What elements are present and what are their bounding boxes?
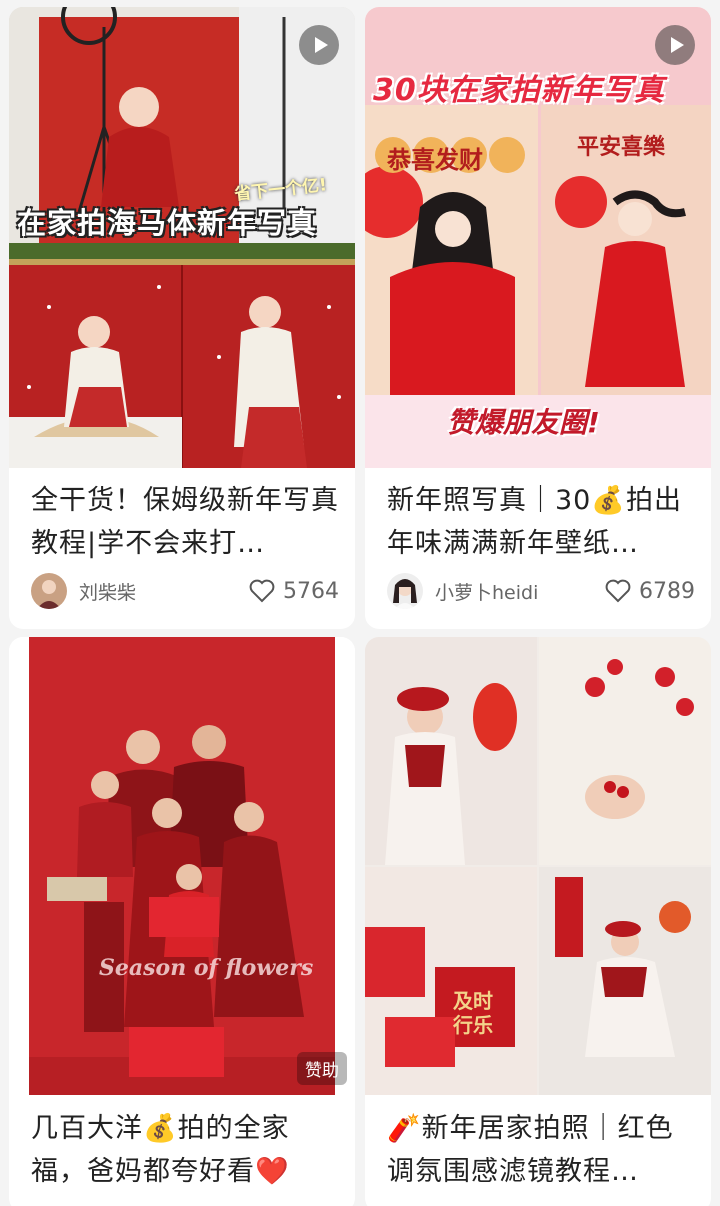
cover-sub-left: 恭喜发财 — [387, 146, 483, 174]
feed-card-2[interactable]: 30块在家拍新年写真 恭喜发财 平安喜樂 赞爆朋友圈! 新年照写真｜30💰拍出年… — [365, 7, 711, 629]
cover-image[interactable]: 及时行乐 — [365, 637, 711, 1095]
like-button[interactable]: 6789 — [605, 579, 695, 604]
note-title[interactable]: 新年照写真｜30💰拍出年味满满新年壁纸… — [387, 479, 695, 565]
cover-script: Season of flowers — [99, 955, 314, 981]
author-name[interactable]: 刘柴柴 — [79, 578, 249, 605]
sponsor-badge: 赞助 — [297, 1052, 347, 1085]
avatar[interactable] — [31, 573, 67, 609]
cover-sub-right: 平安喜樂 — [577, 135, 666, 160]
avatar[interactable] — [387, 573, 423, 609]
feed-card-4[interactable]: 及时行乐 🧨新年居家拍照｜红色调氛围感滤镜教程… — [365, 637, 711, 1206]
like-button[interactable]: 5764 — [249, 579, 339, 604]
cover-caption: 30块在家拍新年写真 — [373, 73, 665, 108]
cover-image[interactable]: 省下一个亿! 在家拍海马体新年写真 — [9, 7, 355, 468]
note-title[interactable]: 几百大洋💰拍的全家福，爸妈都夸好看❤️ — [31, 1107, 339, 1193]
cover-caption: 在家拍海马体新年写真 — [17, 206, 318, 240]
heart-icon — [605, 579, 631, 603]
author-name[interactable]: 小萝卜heidi — [435, 578, 605, 605]
play-icon[interactable] — [299, 25, 339, 65]
heart-icon — [249, 579, 275, 603]
like-count: 6789 — [639, 578, 695, 604]
note-title[interactable]: 全干货！保姆级新年写真教程|学不会来打… — [31, 479, 339, 565]
note-meta: 刘柴柴 5764 — [31, 570, 339, 612]
note-title[interactable]: 🧨新年居家拍照｜红色调氛围感滤镜教程… — [387, 1107, 695, 1193]
like-count: 5764 — [283, 578, 339, 604]
feed-card-3[interactable]: Season of flowers 赞助 几百大洋💰拍的全家福，爸妈都夸好看❤️ — [9, 637, 355, 1206]
cover-card: 及时行乐 — [453, 989, 493, 1037]
cover-image[interactable]: Season of flowers 赞助 — [9, 637, 355, 1095]
feed-card-1[interactable]: 省下一个亿! 在家拍海马体新年写真 全干货！保姆级新年写真教程|学不会来打… 刘… — [9, 7, 355, 629]
play-icon[interactable] — [655, 25, 695, 65]
note-meta: 小萝卜heidi 6789 — [387, 570, 695, 612]
cover-bottom: 赞爆朋友圈! — [447, 406, 600, 439]
cover-image[interactable]: 30块在家拍新年写真 恭喜发财 平安喜樂 赞爆朋友圈! — [365, 7, 711, 468]
